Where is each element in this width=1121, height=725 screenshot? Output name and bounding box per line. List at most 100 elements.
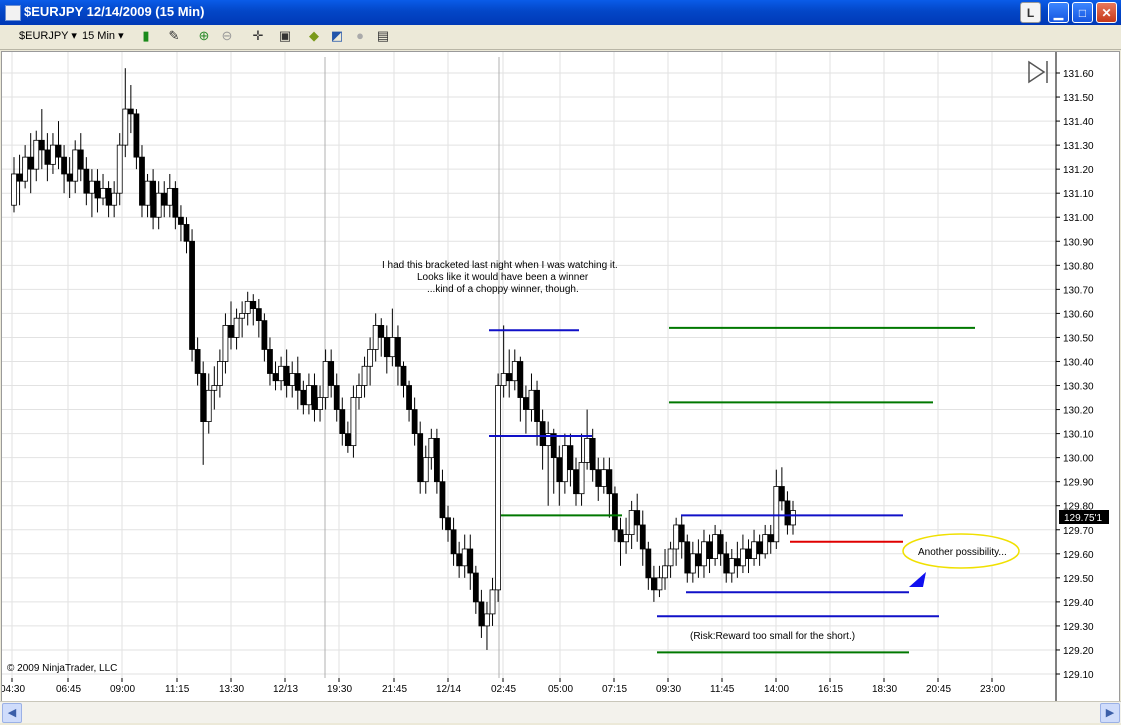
candle-down xyxy=(272,373,279,382)
candle-down xyxy=(717,534,724,555)
time-label: 12/14 xyxy=(436,684,461,695)
candle-down xyxy=(695,553,702,567)
scroll-left-button[interactable]: ◀ xyxy=(2,703,22,723)
candle-up xyxy=(72,149,79,182)
candle-series xyxy=(11,68,796,650)
chart-style-icon[interactable]: ▮ xyxy=(138,28,154,44)
candle xyxy=(439,469,446,530)
time-label: 07:15 xyxy=(602,684,627,695)
candle-down xyxy=(589,438,596,471)
candle-up xyxy=(239,312,246,319)
time-label: 14:00 xyxy=(764,684,789,695)
candle xyxy=(745,539,752,574)
candle-up xyxy=(584,438,591,463)
chart-toolbar: $EURJPY ▾ 15 Min ▾ ▮ ✎ ⊕ ⊖ ✛ ▣ ◆ ◩ ● ▤ xyxy=(0,25,1121,50)
candle-down xyxy=(539,421,546,447)
candle-down xyxy=(133,113,140,158)
candle-down xyxy=(294,373,301,391)
candle xyxy=(222,313,229,374)
candle-up xyxy=(22,156,29,182)
candle xyxy=(489,577,496,626)
properties-icon[interactable]: ▣ xyxy=(277,28,293,44)
strategies-icon[interactable]: ◆ xyxy=(306,28,322,44)
price-label: 129.10 xyxy=(1063,670,1094,681)
maximize-button[interactable]: □ xyxy=(1072,2,1093,23)
candle xyxy=(784,491,791,535)
zoom-out-icon[interactable]: ⊖ xyxy=(219,28,235,44)
candle xyxy=(701,529,707,578)
candle xyxy=(573,457,579,506)
time-label: 11:15 xyxy=(165,684,190,695)
candle-down xyxy=(784,500,791,526)
candle xyxy=(528,373,535,422)
candle xyxy=(456,541,463,578)
candle-down xyxy=(83,168,90,194)
candle-down xyxy=(645,548,652,579)
candle-up xyxy=(667,548,674,567)
scroll-to-end-icon[interactable] xyxy=(1028,60,1048,84)
candle xyxy=(372,313,379,362)
candle xyxy=(239,301,246,338)
candle-up xyxy=(428,438,435,459)
interval-selector[interactable]: 15 Min ▾ xyxy=(82,29,124,42)
candle xyxy=(333,373,340,422)
candle-down xyxy=(267,349,273,374)
candle xyxy=(61,145,67,194)
candle-down xyxy=(723,553,730,574)
status-icon[interactable]: ● xyxy=(352,28,368,44)
zoom-in-icon[interactable]: ⊕ xyxy=(196,28,212,44)
candle-up xyxy=(600,469,607,487)
candle xyxy=(105,181,112,218)
candle xyxy=(684,534,691,583)
price-label: 129.90 xyxy=(1063,478,1094,489)
candle xyxy=(77,133,84,182)
candle xyxy=(294,356,301,410)
candle-down xyxy=(344,433,351,447)
price-label: 129.40 xyxy=(1063,598,1094,609)
crosshair-icon[interactable]: ✛ xyxy=(250,28,266,44)
indicators-icon[interactable]: ◩ xyxy=(329,28,345,44)
time-label: 12/13 xyxy=(273,684,298,695)
candle-down xyxy=(684,541,691,574)
candle-up xyxy=(166,187,173,206)
instrument-selector[interactable]: $EURJPY ▾ xyxy=(19,29,77,42)
candle xyxy=(55,121,62,170)
candle xyxy=(678,515,685,559)
annotation-line-3: ...kind of a choppy winner, though. xyxy=(427,284,579,295)
candle xyxy=(712,524,718,566)
candle xyxy=(89,169,95,218)
candle-down xyxy=(300,389,307,406)
candle-down xyxy=(634,510,641,526)
scroll-right-button[interactable]: ▶ xyxy=(1100,703,1120,723)
time-label: 20:45 xyxy=(926,684,951,695)
candle-down xyxy=(283,365,290,386)
candle-down xyxy=(183,224,190,242)
data-box-icon[interactable]: ▤ xyxy=(375,28,391,44)
candle xyxy=(250,294,257,326)
chart-panel[interactable]: 131.60 131.50 131.40 131.30 131.20 131.10 131.… xyxy=(0,51,1120,702)
candle-down xyxy=(406,385,412,410)
candle-down xyxy=(506,373,513,382)
candle-down xyxy=(261,320,268,350)
candle xyxy=(623,517,629,554)
candle-down xyxy=(66,173,73,182)
horizontal-scrollbar[interactable]: ◀ ▶ xyxy=(0,701,1121,723)
link-button[interactable]: L xyxy=(1020,2,1041,23)
candle-down xyxy=(745,548,752,560)
candle-up xyxy=(50,144,56,165)
candle-up xyxy=(233,317,240,338)
candle xyxy=(205,373,212,434)
price-chart[interactable]: 131.60 131.50 131.40 131.30 131.20 131.10 131.… xyxy=(0,52,1119,701)
candle-down xyxy=(200,373,207,422)
candle xyxy=(328,349,335,398)
candle xyxy=(634,493,641,542)
candle-up xyxy=(712,534,718,560)
candle-down xyxy=(445,517,451,531)
minimize-button[interactable]: ▁ xyxy=(1048,2,1069,23)
close-button[interactable]: ✕ xyxy=(1096,2,1117,23)
price-label: 130.10 xyxy=(1063,430,1094,441)
candle-down xyxy=(472,572,479,603)
draw-tool-icon[interactable]: ✎ xyxy=(166,28,182,44)
candle-down xyxy=(467,548,474,574)
candle-up xyxy=(289,373,296,386)
